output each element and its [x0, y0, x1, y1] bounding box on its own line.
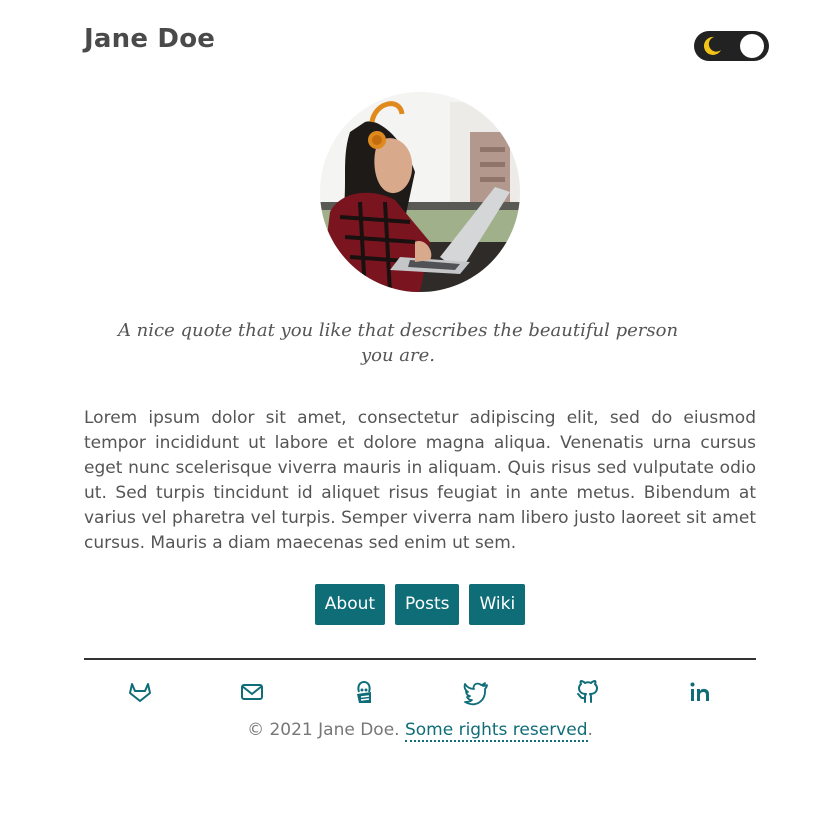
theme-toggle[interactable] — [694, 31, 769, 61]
nav-about[interactable]: About — [314, 584, 386, 625]
copyright-text: © 2021 Jane Doe. — [247, 720, 400, 740]
linkedin-icon[interactable] — [686, 678, 714, 706]
footer: © 2021 Jane Doe. Some rights reserved. — [0, 720, 840, 742]
main-nav: About Posts Wiki — [0, 584, 840, 625]
toggle-knob — [740, 34, 764, 58]
nav-posts[interactable]: Posts — [395, 584, 460, 625]
footer-period: . — [587, 720, 593, 740]
profile-quote: A nice quote that you like that describe… — [117, 320, 679, 366]
footer-divider — [84, 658, 756, 660]
profile-photo — [320, 92, 520, 292]
keybase-icon[interactable] — [350, 678, 378, 706]
site-title[interactable]: Jane Doe — [84, 24, 215, 54]
avatar — [320, 92, 520, 292]
social-links — [84, 678, 756, 706]
moon-icon — [703, 36, 721, 55]
mail-icon[interactable] — [238, 678, 266, 706]
nav-wiki[interactable]: Wiki — [469, 584, 526, 625]
github-icon[interactable] — [574, 678, 602, 706]
rights-link[interactable]: Some rights reserved — [404, 720, 588, 742]
twitter-icon[interactable] — [462, 678, 490, 706]
gitlab-icon[interactable] — [126, 678, 154, 706]
bio-text: Lorem ipsum dolor sit amet, consectetur … — [84, 408, 756, 553]
